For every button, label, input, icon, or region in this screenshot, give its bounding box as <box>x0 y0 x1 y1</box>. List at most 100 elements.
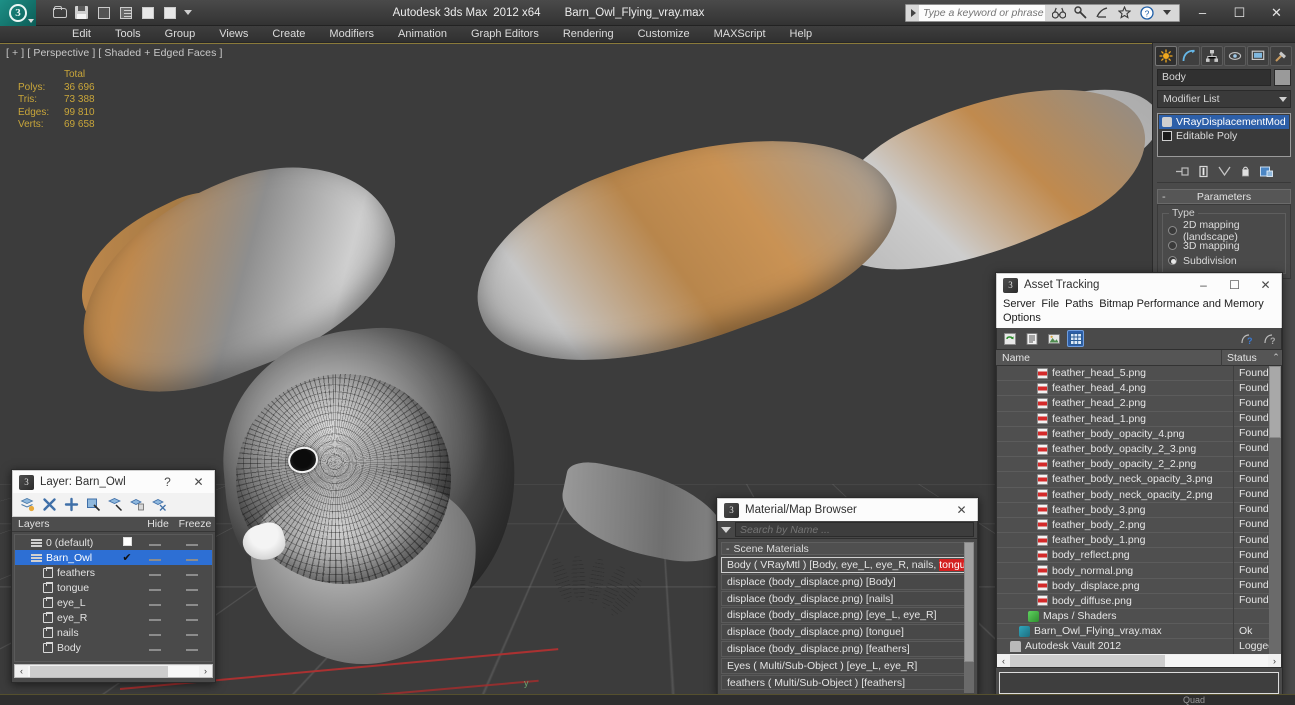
qat-dropdown-caret-icon[interactable] <box>184 10 192 15</box>
column-header-freeze[interactable]: Freeze <box>175 518 215 530</box>
layer-hide-cell[interactable] <box>138 612 172 624</box>
asset-tracking-horizontal-scrollbar[interactable]: ‹ › <box>996 654 1282 668</box>
remove-modifier-icon[interactable] <box>1237 163 1254 180</box>
help-dropdown-caret-icon[interactable] <box>1163 10 1171 15</box>
menu-customize[interactable]: Customize <box>626 26 702 43</box>
layer-hscroll-thumb[interactable] <box>30 665 168 677</box>
undo-button[interactable] <box>138 3 157 22</box>
modifier-light-bulb-icon[interactable] <box>1162 117 1172 127</box>
set-project-folder-button[interactable] <box>116 3 135 22</box>
hscroll-thumb[interactable] <box>1010 654 1165 667</box>
menu-graph-editors[interactable]: Graph Editors <box>459 26 551 43</box>
modifier-stack-item-vraydisplacementmod[interactable]: VRayDisplacementMod <box>1159 115 1289 129</box>
modifier-stack-item-editable-poly[interactable]: Editable Poly <box>1159 129 1289 143</box>
layer-row[interactable]: tongue <box>15 580 212 595</box>
material-list-item[interactable]: displace (body_displace.png) [tongue] <box>721 624 974 640</box>
asset-row[interactable]: feather_body_neck_opacity_2.png Found <box>997 487 1281 503</box>
asset-tracking-maximize[interactable]: ☐ <box>1219 274 1250 297</box>
layer-hide-cell[interactable] <box>138 582 172 594</box>
mmb-material-list[interactable]: Body ( VRayMtl ) [Body, eye_L, eye_R, na… <box>721 557 974 691</box>
tab-motion[interactable] <box>1224 45 1246 66</box>
tab-hierarchy[interactable] <box>1201 45 1223 66</box>
maximize-button[interactable]: ☐ <box>1221 0 1258 26</box>
mmb-title-bar[interactable]: 3 Material/Map Browser ✕ <box>717 498 978 521</box>
layer-hide-cell[interactable] <box>138 597 172 609</box>
layer-row[interactable]: eye_R <box>15 610 212 625</box>
material-list-item[interactable]: displace (body_displace.png) [Body] <box>721 573 974 590</box>
at-menu-options[interactable]: Options <box>1003 311 1047 325</box>
asset-row[interactable]: feather_head_1.png Found <box>997 411 1281 427</box>
asset-row[interactable]: feather_body_1.png Found <box>997 532 1281 549</box>
material-list-item[interactable]: Eyes ( Multi/Sub-Object ) [eye_L, eye_R] <box>721 657 974 674</box>
layer-row[interactable]: eye_L <box>15 595 212 610</box>
layer-freeze-cell[interactable] <box>172 567 212 579</box>
column-header-name[interactable]: Name <box>996 349 1222 366</box>
layer-row[interactable]: 0 (default) <box>15 535 212 550</box>
layer-dialog-horizontal-scrollbar[interactable]: ‹ › <box>14 664 213 678</box>
show-end-result-icon[interactable] <box>1195 163 1212 180</box>
mmb-section-collapse-icon[interactable]: - <box>726 543 730 555</box>
asset-row[interactable]: feather_head_5.png Found <box>997 366 1281 382</box>
redo-button[interactable] <box>160 3 179 22</box>
open-file-button[interactable] <box>50 3 69 22</box>
layer-hide-cell[interactable] <box>138 567 172 579</box>
list-view-icon[interactable] <box>1023 330 1040 347</box>
mmb-search-input[interactable] <box>735 522 974 537</box>
hscroll-track[interactable] <box>1010 654 1268 667</box>
modifier-list-dropdown[interactable]: Modifier List <box>1157 90 1291 108</box>
freeze-layer-icon[interactable] <box>152 497 167 512</box>
asset-tracking-title-bar[interactable]: 3 Asset Tracking – ☐ ✕ <box>996 273 1282 296</box>
rollout-collapse-icon[interactable]: - <box>1162 191 1166 203</box>
mmb-close-button[interactable]: ✕ <box>946 499 977 522</box>
asset-tracking-scroll-thumb[interactable] <box>1269 366 1281 438</box>
radio-3d-mapping-indicator[interactable] <box>1168 241 1177 250</box>
layer-hide-cell[interactable] <box>138 642 172 654</box>
mmb-vertical-scrollbar[interactable] <box>964 542 974 693</box>
dish-icon[interactable] <box>1095 5 1110 20</box>
hscroll-left-arrow-icon[interactable]: ‹ <box>997 656 1010 666</box>
asset-row[interactable]: body_reflect.png Found <box>997 547 1281 564</box>
menu-modifiers[interactable]: Modifiers <box>317 26 386 43</box>
menu-create[interactable]: Create <box>260 26 317 43</box>
object-name-field[interactable]: Body <box>1157 69 1271 86</box>
object-color-swatch[interactable] <box>1274 69 1291 86</box>
mmb-scroll-thumb[interactable] <box>964 542 974 662</box>
parameters-rollout-header[interactable]: - Parameters <box>1157 189 1291 204</box>
new-scene-button[interactable] <box>94 3 113 22</box>
editable-poly-icon[interactable] <box>1162 131 1172 141</box>
create-new-layer-icon[interactable] <box>20 497 35 512</box>
layer-hscroll-track[interactable] <box>28 665 199 677</box>
app-logo-button[interactable]: 3 <box>0 0 36 26</box>
star-icon[interactable] <box>1117 5 1132 20</box>
menu-rendering[interactable]: Rendering <box>551 26 626 43</box>
layer-active-checkbox[interactable]: ✔ <box>116 551 138 564</box>
radio-subdivision[interactable]: Subdivision <box>1168 253 1280 268</box>
asset-tracking-window[interactable]: 3 Asset Tracking – ☐ ✕ Server File Paths… <box>995 272 1283 696</box>
layer-hscroll-left-arrow-icon[interactable]: ‹ <box>15 666 28 676</box>
mmb-options-caret-icon[interactable] <box>721 526 731 533</box>
asset-row[interactable]: feather_body_opacity_2_3.png Found <box>997 441 1281 458</box>
pin-stack-icon[interactable] <box>1174 163 1191 180</box>
binoculars-icon[interactable] <box>1051 5 1066 20</box>
layer-row[interactable]: Body <box>15 640 212 655</box>
layer-list[interactable]: 0 (default) Barn_Owl ✔ feathers tongue eye_L e… <box>14 534 213 662</box>
column-header-status[interactable]: Status <box>1222 352 1270 364</box>
help-question-icon[interactable]: ? <box>1237 330 1254 347</box>
highlight-selected-objects-icon[interactable] <box>108 497 123 512</box>
layer-row[interactable]: feathers <box>15 565 212 580</box>
asset-row[interactable]: body_normal.png Found <box>997 562 1281 579</box>
radio-2d-mapping-indicator[interactable] <box>1168 226 1177 235</box>
menu-edit[interactable]: Edit <box>60 26 103 43</box>
hscroll-right-arrow-icon[interactable]: › <box>1268 656 1281 666</box>
hide-layer-icon[interactable] <box>130 497 145 512</box>
asset-tracking-minimize[interactable]: – <box>1188 274 1219 297</box>
minimize-button[interactable]: – <box>1184 0 1221 26</box>
menu-group[interactable]: Group <box>153 26 208 43</box>
layer-hide-cell[interactable] <box>138 627 172 639</box>
at-menu-server[interactable]: Server <box>1003 297 1041 311</box>
layer-freeze-cell[interactable] <box>172 642 212 654</box>
asset-tracking-vertical-scrollbar[interactable] <box>1269 366 1281 654</box>
viewport-label[interactable]: [ + ] [ Perspective ] [ Shaded + Edged F… <box>6 47 222 59</box>
asset-row[interactable]: feather_body_neck_opacity_3.png Found <box>997 471 1281 488</box>
layer-freeze-cell[interactable] <box>172 597 212 609</box>
